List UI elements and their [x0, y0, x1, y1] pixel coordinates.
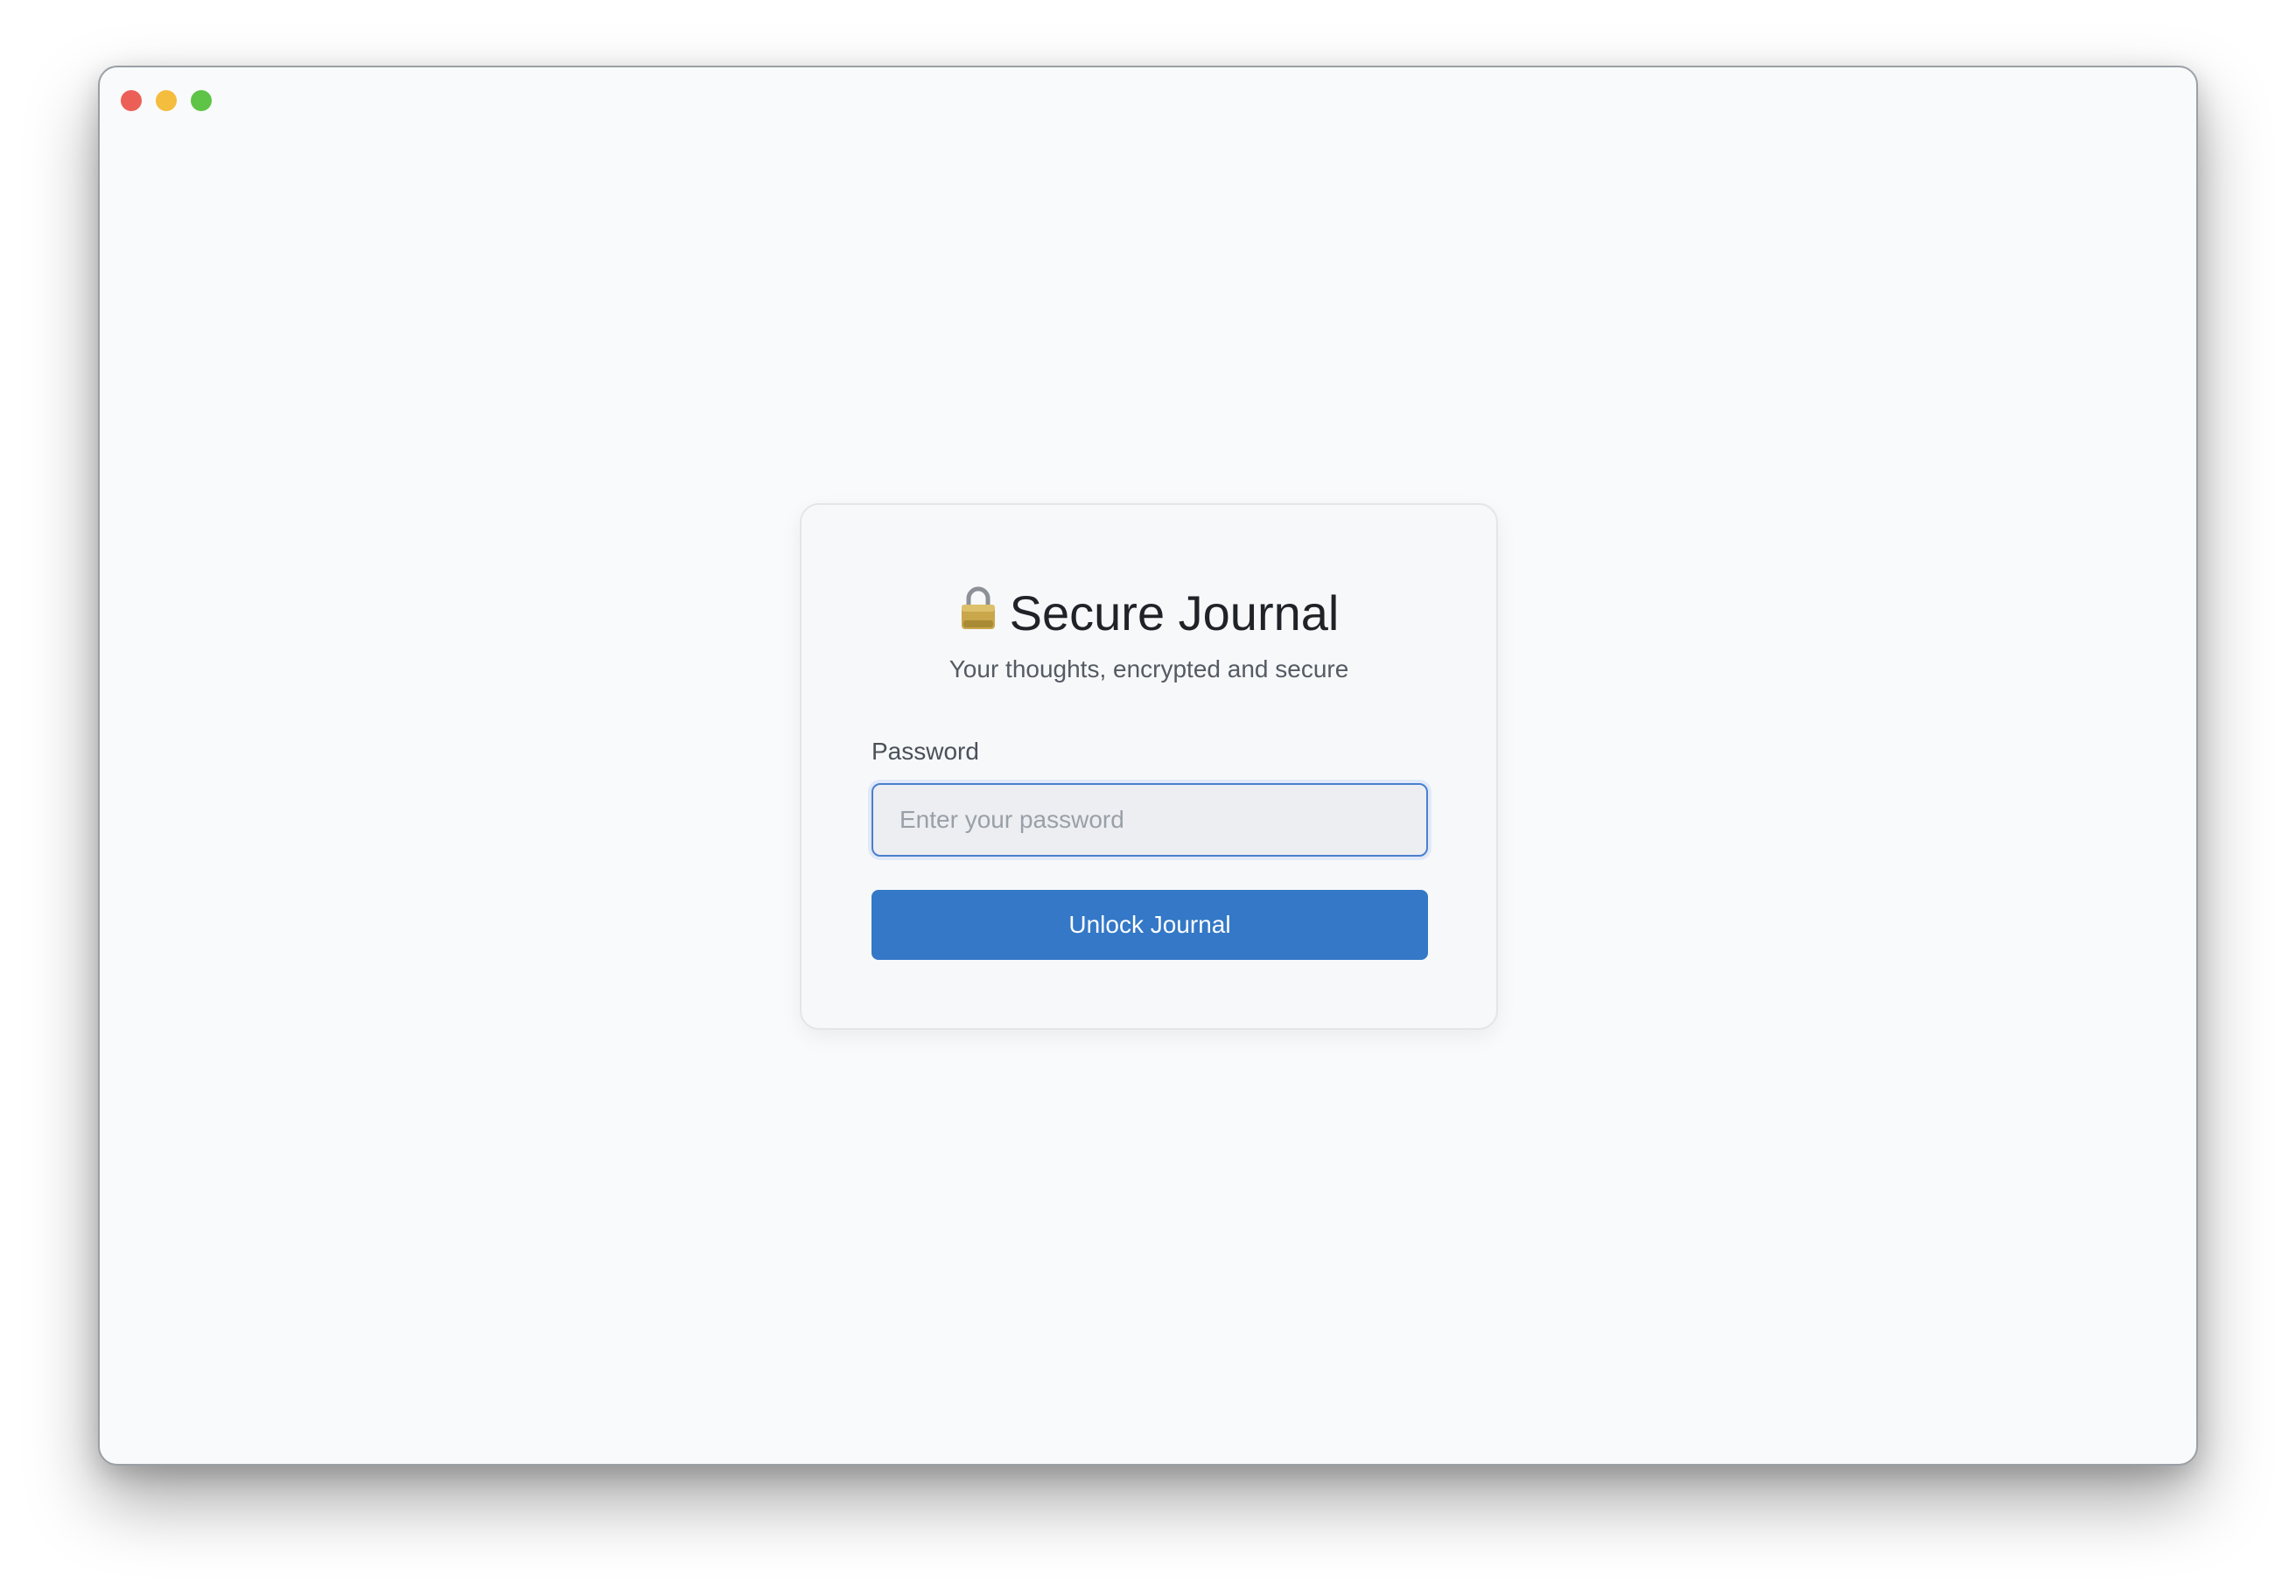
- page-title-row: Secure Journal: [802, 582, 1496, 641]
- close-window-button[interactable]: [121, 90, 142, 111]
- password-label: Password: [872, 738, 979, 765]
- app-window: Secure Journal Your thoughts, encrypted …: [98, 66, 2198, 1466]
- lock-icon: [961, 586, 995, 630]
- minimize-window-button[interactable]: [156, 90, 177, 111]
- page-title: Secure Journal: [1009, 585, 1340, 641]
- password-input[interactable]: [872, 783, 1428, 857]
- page-subtitle: Your thoughts, encrypted and secure: [948, 655, 1349, 682]
- unlock-journal-button[interactable]: Unlock Journal: [872, 890, 1428, 960]
- login-card: Secure Journal Your thoughts, encrypted …: [800, 503, 1498, 1030]
- window-controls: [121, 90, 212, 111]
- maximize-window-button[interactable]: [191, 90, 212, 111]
